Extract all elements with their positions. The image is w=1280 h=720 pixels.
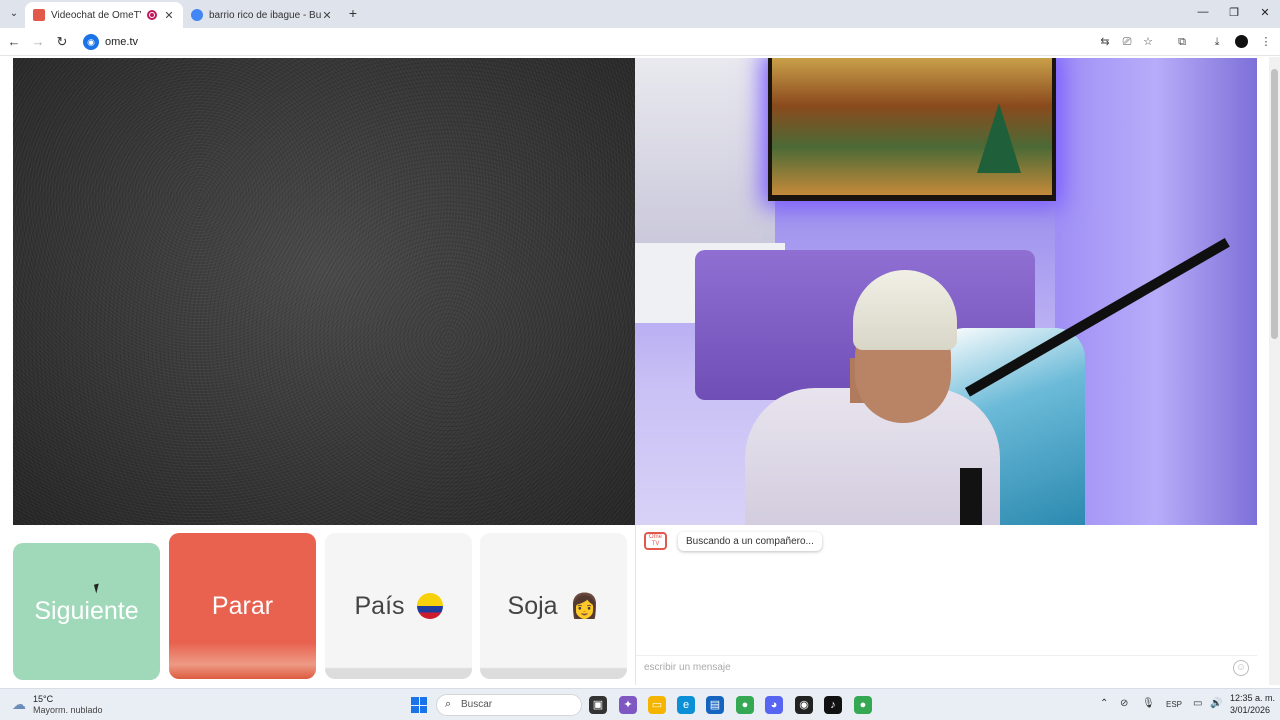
led-wall-light [1055, 58, 1257, 525]
back-button[interactable]: ← [6, 34, 22, 50]
microphone-post [960, 468, 982, 525]
next-button[interactable]: Siguiente [13, 543, 160, 680]
obs-icon[interactable]: ◉ [795, 696, 813, 714]
address-bar[interactable]: ome.tv [105, 36, 138, 48]
woman-emoji-icon: 👩 [569, 592, 600, 620]
page-scrollbar[interactable] [1269, 57, 1280, 685]
chrome-profile-icon[interactable]: ● [854, 696, 872, 714]
display-icon[interactable]: ▭ [1193, 698, 1202, 709]
network-off-icon[interactable]: ⊘ [1120, 698, 1128, 709]
emoji-picker-icon[interactable]: ☺ [1233, 660, 1249, 676]
search-placeholder: Buscar [461, 699, 493, 710]
close-tab-icon[interactable]: ✕ [321, 9, 333, 22]
chrome-icon[interactable]: ● [736, 696, 754, 714]
weather-temperature[interactable]: 15°C [33, 694, 53, 704]
recording-indicator-icon [147, 10, 157, 20]
microphone-icon[interactable]: 🎙 [1142, 698, 1155, 709]
translate-icon[interactable]: ⇆ [1097, 34, 1113, 50]
country-label: País [354, 591, 405, 620]
scroll-thumb[interactable] [1271, 69, 1278, 339]
cloudy-weather-icon[interactable]: ☁ [12, 696, 30, 712]
extensions-icon[interactable]: ⧉ [1174, 34, 1190, 50]
tray-overflow-icon[interactable]: ⌃ [1100, 698, 1108, 709]
download-icon[interactable]: ⤓ [1209, 34, 1225, 50]
copilot-icon[interactable]: ✦ [619, 696, 637, 714]
wall-tv [768, 58, 1056, 201]
tiktok-icon[interactable]: ♪ [824, 696, 842, 714]
profile-avatar[interactable] [1235, 35, 1248, 48]
stranger-video-static [13, 58, 635, 525]
cast-icon[interactable]: ⎚ [1119, 34, 1135, 50]
wall-poster [635, 58, 775, 258]
gender-label: Soja [507, 591, 558, 620]
stop-button-label: Parar [211, 591, 274, 620]
file-explorer-icon[interactable]: ▭ [648, 696, 666, 714]
site-info-icon[interactable]: ◉ [83, 34, 99, 50]
page-viewport: Siguiente Parar País Soja 👩 Ome TV Busca… [0, 57, 1280, 685]
next-button-label: Siguiente [34, 597, 139, 625]
minimize-button[interactable]: — [1196, 6, 1210, 18]
forward-button[interactable]: → [30, 34, 46, 50]
weather-description[interactable]: Mayorm. nublado [33, 705, 103, 715]
reload-button[interactable]: ↻ [54, 34, 70, 50]
discord-icon[interactable]: ◕ [765, 696, 783, 714]
menu-kebab-icon[interactable]: ⋮ [1258, 34, 1274, 50]
task-view-icon[interactable]: ▣ [589, 696, 607, 714]
clock-date[interactable]: 3/01/2026 [1230, 705, 1270, 715]
google-favicon-icon [191, 9, 203, 21]
gender-filter-button[interactable]: Soja 👩 [480, 533, 627, 679]
status-message: Buscando a un compañero... [678, 532, 822, 551]
self-camera-video [635, 58, 1257, 525]
restore-button[interactable]: ❐ [1227, 6, 1241, 19]
christmas-tree [977, 103, 1021, 173]
volume-icon[interactable]: 🔊 [1210, 698, 1222, 709]
language-indicator[interactable]: ESP [1166, 700, 1182, 709]
taskbar: ☁ 15°C Mayorm. nublado ⌕ Buscar ▣ ✦ ▭ e … [0, 688, 1280, 720]
store-icon[interactable]: ▤ [706, 696, 724, 714]
new-tab-button[interactable]: + [346, 6, 360, 20]
ometv-favicon-icon [33, 9, 45, 21]
tab-search-chevron-icon[interactable]: ⌄ [6, 6, 22, 22]
edge-browser-icon[interactable]: e [677, 696, 695, 714]
tab-title: barrio rico de ibague - Buscar c [209, 9, 321, 21]
close-tab-icon[interactable]: ✕ [163, 9, 175, 22]
tab-google-search[interactable]: barrio rico de ibague - Buscar c ✕ [183, 2, 341, 28]
chat-panel: Ome TV Buscando a un compañero... escrib… [635, 525, 1257, 685]
tv-screen [772, 58, 1052, 195]
browser-toolbar: ← → ↻ ◉ ome.tv ⇆ ⎚ ☆ ⧉ ⤓ ⋮ [0, 28, 1280, 56]
stop-button[interactable]: Parar [169, 533, 316, 679]
search-icon: ⌕ [445, 698, 452, 710]
taskbar-search[interactable]: ⌕ Buscar [436, 694, 582, 716]
close-window-button[interactable]: ✕ [1258, 6, 1272, 19]
colombia-flag-icon [416, 593, 443, 619]
bookmark-star-icon[interactable]: ☆ [1140, 34, 1156, 50]
tab-ometv[interactable]: Videochat de OmeTV: una ✕ [25, 2, 183, 28]
country-filter-button[interactable]: País [325, 533, 472, 679]
tab-title: Videochat de OmeTV: una [51, 9, 141, 21]
clock-time[interactable]: 12:35 a. m. [1230, 693, 1275, 703]
windows-start-icon[interactable] [411, 697, 427, 713]
message-input[interactable]: escribir un mensaje ☺ [636, 655, 1257, 679]
ometv-logo-icon: Ome TV [644, 532, 667, 550]
message-input-placeholder: escribir un mensaje [644, 662, 731, 673]
browser-tab-strip: ⌄ Videochat de OmeTV: una ✕ barrio rico … [0, 0, 1280, 28]
